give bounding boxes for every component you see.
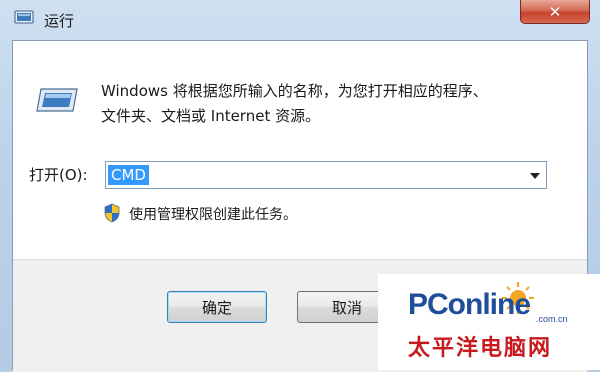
watermark-brand: PConline — [408, 288, 531, 321]
open-label: 打开(O): — [29, 166, 88, 184]
open-combobox[interactable]: CMD — [105, 161, 547, 189]
chevron-down-icon[interactable] — [530, 173, 540, 179]
window-title: 运行 — [44, 12, 75, 30]
admin-notice: 使用管理权限创建此任务。 — [129, 207, 297, 223]
ok-button[interactable]: 确定 — [167, 291, 267, 323]
watermark-chinese: 太平洋电脑网 — [408, 335, 553, 360]
title-bar[interactable]: 运行 ✕ — [0, 0, 600, 40]
dialog-description: Windows 将根据您所输入的名称，为您打开相应的程序、 文件夹、文档或 In… — [101, 79, 571, 129]
description-line-1: Windows 将根据您所输入的名称，为您打开相应的程序、 — [101, 82, 488, 100]
watermark: PConline .com.cn 太平洋电脑网 — [378, 274, 600, 370]
close-button[interactable]: ✕ — [520, 0, 590, 24]
watermark-domain: .com.cn — [536, 314, 568, 324]
uac-shield-icon — [104, 203, 120, 223]
run-app-icon — [36, 88, 78, 112]
close-icon: ✕ — [548, 2, 562, 21]
open-input-value[interactable]: CMD — [108, 165, 149, 185]
run-icon — [14, 10, 34, 24]
description-line-2: 文件夹、文档或 Internet 资源。 — [101, 107, 321, 125]
